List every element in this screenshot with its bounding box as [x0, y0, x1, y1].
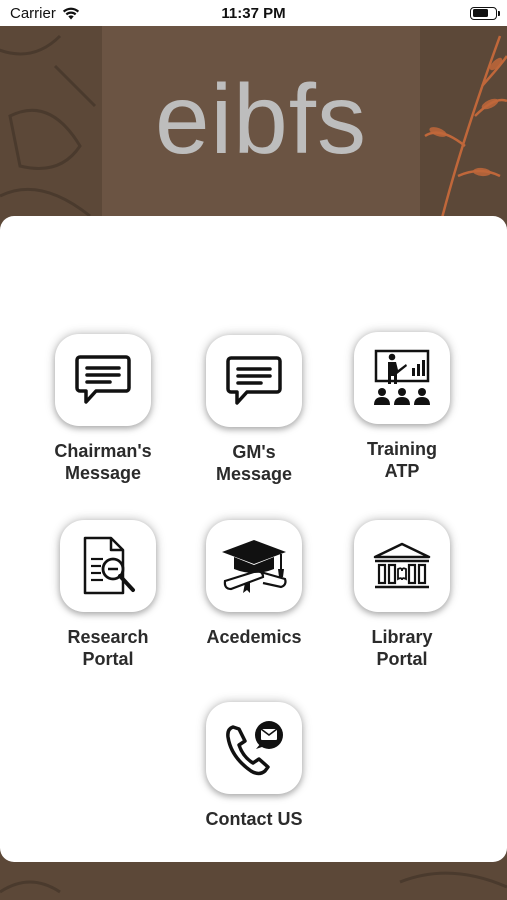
tile-label: Training ATP	[366, 439, 437, 481]
carrier-label: Carrier	[10, 4, 56, 22]
tile-icon-box[interactable]	[55, 334, 151, 426]
tile-icon-box[interactable]	[60, 520, 156, 612]
clock: 11:37 PM	[221, 4, 286, 22]
menu-tile-library-portal[interactable]: Library Portal	[332, 520, 472, 670]
app-logo: eibfs	[154, 64, 367, 174]
tile-label: GM's Message	[215, 442, 293, 484]
tile-label: Library Portal	[371, 627, 433, 669]
chat-message-icon	[226, 356, 282, 405]
menu-tile-gms-message[interactable]: GM's Message	[184, 335, 324, 485]
menu-tile-acedemics[interactable]: Acedemics	[184, 520, 324, 648]
menu-card: Chairman's Message GM's Message Training…	[0, 216, 507, 862]
tile-label: Contact US	[205, 809, 303, 829]
tile-label: Chairman's Message	[54, 441, 152, 483]
tile-icon-box[interactable]	[354, 520, 450, 612]
decorative-leaves-right	[424, 35, 507, 226]
menu-tile-contact-us[interactable]: Contact US	[184, 702, 324, 830]
library-building-icon	[373, 542, 431, 589]
tile-label: Research Portal	[67, 627, 149, 669]
chat-message-icon	[75, 355, 131, 404]
decorative-leaves-left	[0, 34, 97, 218]
decorative-leaves-bottom	[0, 871, 507, 894]
status-left: Carrier	[10, 5, 130, 22]
tile-label: Acedemics	[206, 627, 302, 647]
graduation-cap-icon	[222, 540, 287, 593]
tile-icon-box[interactable]	[206, 520, 302, 612]
menu-tile-chairmans-message[interactable]: Chairman's Message	[33, 334, 173, 484]
menu-tile-research-portal[interactable]: Research Portal	[38, 520, 178, 670]
document-search-icon	[83, 536, 135, 595]
tile-icon-box[interactable]	[206, 335, 302, 427]
tile-icon-box[interactable]	[354, 332, 450, 424]
phone-mail-icon	[226, 721, 283, 776]
wifi-icon	[62, 7, 79, 19]
menu-tile-training-atp[interactable]: Training ATP	[332, 332, 472, 482]
tile-icon-box[interactable]	[206, 702, 302, 794]
presentation-training-icon	[374, 349, 430, 405]
logo-panel: eibfs	[102, 26, 420, 226]
status-right	[377, 6, 500, 20]
battery-icon	[470, 6, 500, 20]
status-bar: Carrier 11:37 PM	[0, 0, 507, 26]
